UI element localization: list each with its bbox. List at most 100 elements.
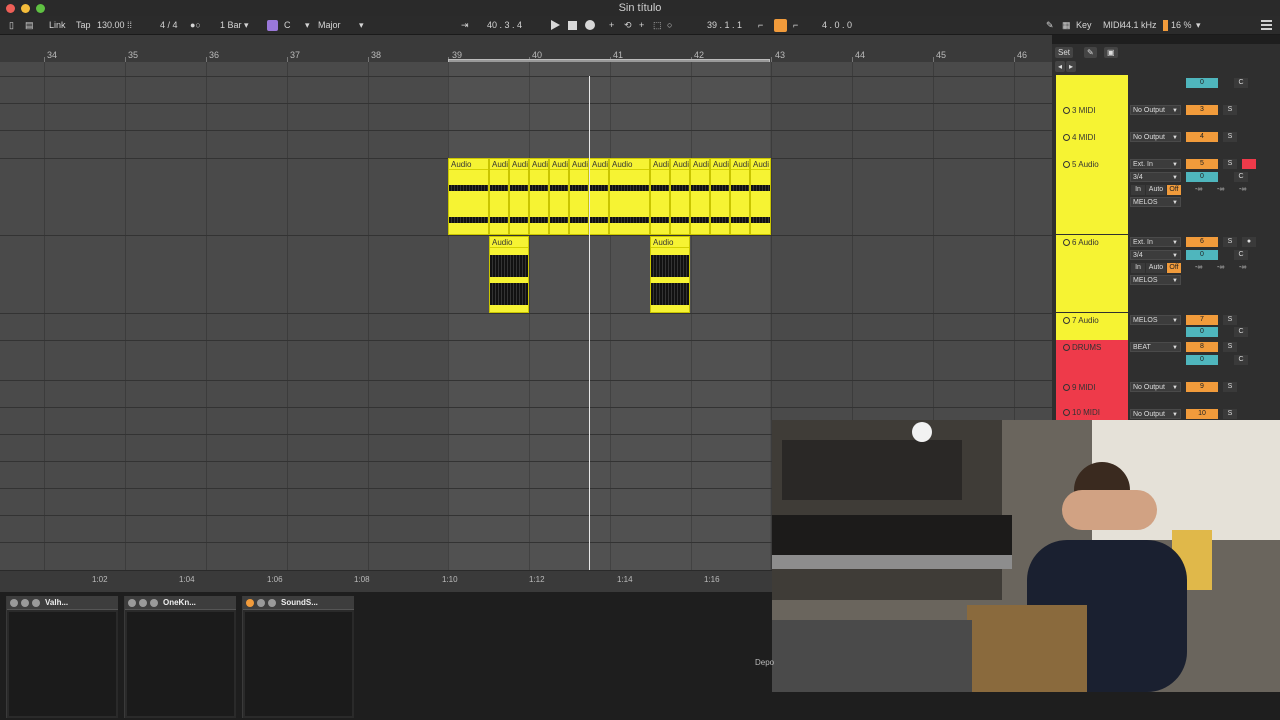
- device-fold-icon[interactable]: [257, 599, 265, 607]
- root-key-select[interactable]: C: [284, 19, 291, 32]
- lock-icon[interactable]: ▣: [1104, 47, 1118, 58]
- re-enable-automation-icon[interactable]: +: [639, 19, 644, 32]
- audio-clip[interactable]: Audi: [730, 158, 750, 235]
- punch-in-icon[interactable]: ⌐: [758, 19, 763, 32]
- output-select[interactable]: MELOS ▼: [1130, 275, 1181, 285]
- arrangement-ruler[interactable]: 34 35 36 37 38 39 40 41 42 43 44 45 46: [0, 35, 1052, 67]
- input-channel-select[interactable]: 3/4 ▼: [1130, 172, 1181, 182]
- follow-icon[interactable]: ⇥: [461, 19, 469, 32]
- send-a-knob[interactable]: 0: [1186, 250, 1218, 260]
- fold-icon[interactable]: [1063, 344, 1070, 351]
- output-select[interactable]: No Output ▼: [1130, 409, 1181, 419]
- track-header-9-midi[interactable]: 9 MIDI: [1056, 380, 1128, 407]
- loop-length-field[interactable]: 4 . 0 . 0: [822, 19, 852, 32]
- solo-button[interactable]: S: [1223, 132, 1237, 142]
- fold-icon[interactable]: [1063, 317, 1070, 324]
- tap-tempo-button[interactable]: Tap: [76, 19, 91, 32]
- device-power-icon[interactable]: [246, 599, 254, 607]
- device-fold-icon[interactable]: [139, 599, 147, 607]
- output-select[interactable]: No Output ▼: [1130, 105, 1181, 115]
- track-header-10-midi[interactable]: 10 MIDI: [1056, 407, 1128, 420]
- device-power-icon[interactable]: [128, 599, 136, 607]
- monitor-off-button[interactable]: Off: [1167, 185, 1181, 195]
- input-channel-select[interactable]: 3/4 ▼: [1130, 250, 1181, 260]
- track-header-top[interactable]: [1056, 75, 1128, 103]
- input-type-select[interactable]: Ext. In ▼: [1130, 237, 1181, 247]
- fold-icon[interactable]: [1063, 161, 1070, 168]
- track-activator[interactable]: 7: [1186, 315, 1218, 325]
- set-button[interactable]: Set: [1055, 47, 1074, 58]
- pan-knob[interactable]: C: [1234, 355, 1248, 365]
- device-header[interactable]: Valh...: [7, 596, 118, 610]
- audio-clip[interactable]: Audio: [489, 236, 529, 313]
- session-view-icon[interactable]: ▤: [25, 19, 34, 32]
- device-oneknob[interactable]: OneKn...: [124, 596, 236, 718]
- pencil-icon[interactable]: ✎: [1084, 47, 1097, 58]
- playhead[interactable]: [589, 76, 590, 570]
- track-activator[interactable]: 3: [1186, 105, 1218, 115]
- computer-keyboard-icon[interactable]: ▦: [1062, 19, 1071, 32]
- pan-knob[interactable]: C: [1234, 327, 1248, 337]
- device-edit-icon[interactable]: [150, 599, 158, 607]
- audio-clip[interactable]: Audio: [448, 158, 489, 235]
- quantize-select[interactable]: 1 Bar: [220, 19, 242, 32]
- scale-select[interactable]: Major: [318, 19, 341, 32]
- track-activator[interactable]: 8: [1186, 342, 1218, 352]
- audio-clip[interactable]: Audi: [670, 158, 690, 235]
- device-header[interactable]: OneKn...: [125, 596, 236, 610]
- monitor-off-button[interactable]: Off: [1167, 263, 1181, 273]
- scale-mode-icon[interactable]: [267, 20, 278, 31]
- solo-button[interactable]: S: [1223, 105, 1237, 115]
- track-header-7-audio[interactable]: 7 Audio: [1056, 313, 1128, 340]
- tempo-field[interactable]: 130.00: [97, 19, 125, 32]
- stop-button[interactable]: [568, 21, 577, 30]
- monitor-in-button[interactable]: In: [1131, 263, 1145, 273]
- solo-button[interactable]: S: [1223, 159, 1237, 169]
- track-header-4-midi[interactable]: 4 MIDI: [1056, 130, 1128, 157]
- device-header[interactable]: SoundS...: [243, 596, 354, 610]
- device-soundshifter[interactable]: SoundS...: [242, 596, 354, 718]
- audio-clip[interactable]: Audi: [529, 158, 549, 235]
- device-edit-icon[interactable]: [268, 599, 276, 607]
- pan-knob[interactable]: C: [1234, 78, 1248, 88]
- capture-icon[interactable]: ⬚: [653, 19, 662, 32]
- solo-button[interactable]: S: [1223, 237, 1237, 247]
- audio-clip[interactable]: Audi: [509, 158, 529, 235]
- solo-button[interactable]: S: [1223, 409, 1237, 419]
- time-signature-field[interactable]: 4 / 4: [160, 19, 178, 32]
- draw-mode-icon[interactable]: ✎: [1046, 19, 1054, 32]
- track-header-6-audio[interactable]: 6 Audio: [1056, 235, 1128, 312]
- audio-clip[interactable]: Audi: [710, 158, 730, 235]
- metronome-icon[interactable]: ●○: [190, 19, 201, 32]
- send-a-knob[interactable]: 0: [1186, 172, 1218, 182]
- input-type-select[interactable]: Ext. In ▼: [1130, 159, 1181, 169]
- device-power-icon[interactable]: [10, 599, 18, 607]
- menu-icon[interactable]: [1261, 20, 1272, 30]
- audio-clip[interactable]: Audi: [489, 158, 509, 235]
- link-button[interactable]: Link: [49, 19, 66, 32]
- audio-clip[interactable]: Audi: [690, 158, 710, 235]
- pan-knob[interactable]: C: [1234, 172, 1248, 182]
- loop-start-field[interactable]: 39 . 1 . 1: [707, 19, 742, 32]
- output-select[interactable]: BEAT ▼: [1130, 342, 1181, 352]
- fold-icon[interactable]: [1063, 239, 1070, 246]
- key-map-button[interactable]: Key: [1076, 19, 1092, 32]
- arrangement-view-icon[interactable]: ▯: [9, 19, 14, 32]
- song-position-field[interactable]: 40 . 3 . 4: [487, 19, 522, 32]
- track-activator[interactable]: 6: [1186, 237, 1218, 247]
- arm-button[interactable]: ●: [1242, 237, 1256, 247]
- track-header-3-midi[interactable]: 3 MIDI: [1056, 103, 1128, 130]
- time-ruler[interactable]: 1:02 1:04 1:06 1:08 1:10 1:12 1:14 1:16: [0, 570, 772, 592]
- device-fold-icon[interactable]: [21, 599, 29, 607]
- track-activator[interactable]: 5: [1186, 159, 1218, 169]
- device-valhalla[interactable]: Valh...: [6, 596, 118, 718]
- audio-clip[interactable]: Audi: [589, 158, 609, 235]
- send-a-knob[interactable]: 0: [1186, 355, 1218, 365]
- track-header-drums[interactable]: DRUMS: [1056, 340, 1128, 380]
- audio-clip[interactable]: Audi: [569, 158, 589, 235]
- solo-button[interactable]: S: [1223, 382, 1237, 392]
- pan-knob[interactable]: C: [1234, 250, 1248, 260]
- track-activator[interactable]: 10: [1186, 409, 1218, 419]
- audio-clip[interactable]: Audi: [750, 158, 771, 235]
- track-activator[interactable]: 4: [1186, 132, 1218, 142]
